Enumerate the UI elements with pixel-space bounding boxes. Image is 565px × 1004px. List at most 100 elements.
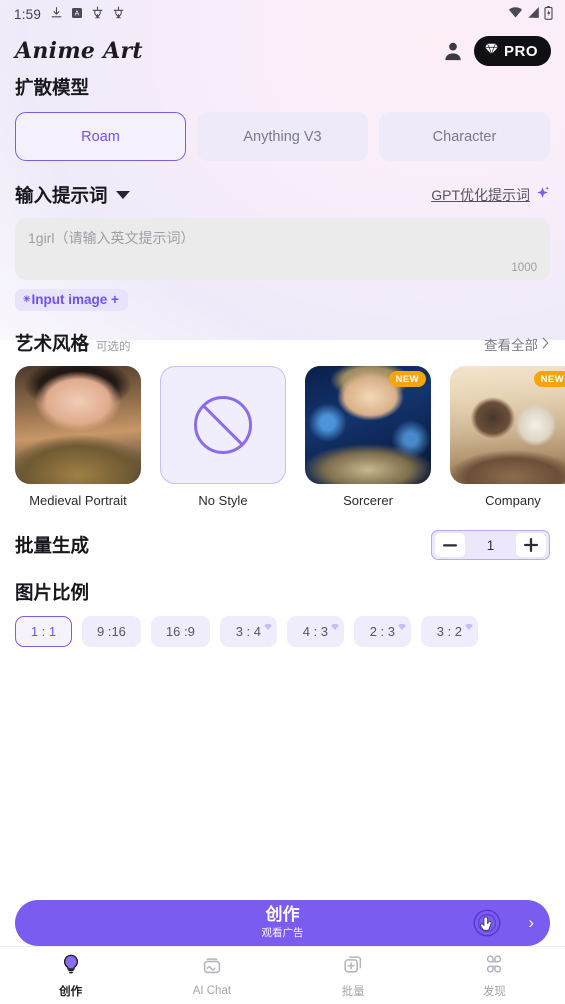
svg-text:A: A (75, 10, 80, 17)
chevron-down-icon[interactable] (115, 191, 130, 199)
pro-button[interactable]: PRO (473, 36, 551, 66)
style-card-label: Company (485, 493, 541, 508)
style-card-thumbnail (15, 366, 141, 484)
app-title: Anime Art (15, 38, 143, 64)
prompt-section-title: 输入提示词 (15, 185, 108, 206)
create-button-chevron: › (528, 913, 534, 932)
bottom-navigation: 创作 AI Chat 批量 发现 (0, 946, 565, 1004)
batch-section-title: 批量生成 (15, 535, 90, 556)
pro-diamond-icon (331, 619, 339, 630)
status-bar-time: 1:59 (14, 6, 42, 22)
pro-button-label: PRO (503, 42, 538, 60)
sparkle-icon (535, 185, 550, 205)
ratio-option-3-4[interactable]: 3 : 4 (219, 616, 277, 647)
new-badge: NEW (388, 371, 426, 387)
ratio-option-label: 3 : 4 (235, 624, 261, 639)
ratio-option-label: 16 :9 (165, 624, 195, 639)
ratio-option-label: 3 : 2 (436, 624, 462, 639)
style-card-no-style[interactable]: No Style (160, 366, 286, 508)
batch-decrement-button[interactable] (434, 533, 465, 557)
ratio-option-list: 1 : 1 9 :16 16 :9 3 : 4 4 : 3 2: 3 3: … (15, 616, 550, 647)
no-style-icon (194, 396, 252, 454)
status-bar: 1:59 A (0, 0, 565, 28)
input-image-label: Input image + (31, 292, 119, 307)
create-button-sublabel: 观看广告 (261, 927, 304, 940)
batch-quantity-value: 1 (486, 537, 495, 553)
ratio-option-9-16[interactable]: 9 :16 (82, 616, 141, 647)
model-option-label: Anything V3 (243, 128, 322, 145)
batch-section: 批量生成 1 (15, 530, 550, 560)
ratio-option-label: 2 : 3 (369, 624, 395, 639)
pro-diamond-icon (264, 619, 272, 630)
style-card-thumbnail (160, 366, 286, 484)
batch-quantity-stepper: 1 (431, 530, 550, 560)
ratio-section-title: 图片比例 (15, 582, 90, 603)
user-avatar-icon[interactable] (438, 36, 468, 66)
create-button[interactable]: 创作 观看广告 › (15, 900, 550, 946)
ratio-option-4-3[interactable]: 4 : 3 (286, 616, 344, 647)
download-icon (50, 6, 63, 22)
style-card-label: No Style (198, 493, 248, 508)
style-card-label: Sorcerer (343, 493, 393, 508)
chat-image-icon (201, 955, 223, 982)
gpt-optimize-link[interactable]: GPT优化提示词 (431, 185, 550, 205)
batch-increment-button[interactable] (516, 533, 547, 557)
diamond-icon (484, 42, 499, 61)
style-card-list: Medieval Portrait No Style NEW Sorcerer … (15, 366, 565, 508)
prompt-input[interactable]: 1girl（请输入英文提示词） 1000 (15, 218, 550, 280)
app-glyph-icon-2 (112, 6, 125, 22)
model-section-title: 扩散模型 (15, 77, 90, 98)
a-box-icon: A (71, 7, 83, 22)
grid-clover-icon (483, 953, 505, 980)
ratio-option-3-2[interactable]: 3 : 2 (420, 616, 478, 647)
ratio-option-2-3[interactable]: 2 : 3 (353, 616, 411, 647)
prompt-input-placeholder: 1girl（请输入英文提示词） (28, 230, 195, 246)
create-cta-wrapper: 创作 观看广告 › (15, 900, 550, 946)
create-button-label: 创作 (265, 904, 300, 924)
ratio-option-1-1[interactable]: 1 : 1 (15, 616, 72, 647)
nav-item-label: 发现 (482, 985, 506, 998)
wifi-icon (508, 6, 523, 22)
style-card-company[interactable]: NEW Company (450, 366, 565, 508)
style-section-title: 艺术风格 (15, 333, 90, 354)
style-view-all-button[interactable]: 查看全部 (484, 334, 550, 354)
nav-item-label: AI Chat (192, 984, 232, 997)
chevron-right-icon (541, 337, 550, 352)
nav-item-create[interactable]: 创作 (0, 953, 141, 999)
status-bar-left-icons: A (50, 6, 125, 22)
nav-item-label: 批量 (341, 985, 365, 998)
model-option-label: Roam (81, 128, 120, 145)
pro-diamond-icon (398, 619, 406, 630)
nav-item-batch[interactable]: 批量 (283, 953, 424, 999)
battery-icon (544, 5, 553, 23)
nav-item-label: 创作 (59, 985, 83, 998)
style-view-all-label: 查看全部 (484, 338, 538, 353)
app-glyph-icon (91, 6, 104, 22)
nav-item-discover[interactable]: 发现 (424, 953, 565, 999)
add-card-icon (342, 953, 364, 980)
input-image-button[interactable]: ✳ Input image + (15, 289, 128, 311)
nav-item-ai-chat[interactable]: AI Chat (141, 955, 282, 997)
required-asterisk-icon: ✳ (23, 294, 31, 304)
ratio-option-label: 4 : 3 (302, 624, 328, 639)
ratio-option-16-9[interactable]: 16 :9 (150, 616, 210, 647)
lightbulb-icon (60, 953, 82, 980)
prompt-section-header: 输入提示词 GPT优化提示词 (15, 182, 550, 208)
model-option-anything-v3[interactable]: Anything V3 (197, 112, 368, 161)
model-option-character[interactable]: Character (379, 112, 550, 161)
style-card-medieval-portrait[interactable]: Medieval Portrait (15, 366, 141, 508)
model-option-roam[interactable]: Roam (15, 112, 186, 161)
tap-cursor-indicator (470, 906, 504, 940)
prompt-char-limit: 1000 (511, 262, 537, 274)
model-option-list: Roam Anything V3 Character (15, 112, 550, 161)
style-card-thumbnail: NEW (450, 366, 565, 484)
style-section-subtitle: 可选的 (96, 341, 131, 353)
signal-icon (527, 6, 540, 22)
new-badge: NEW (533, 371, 565, 387)
app-bar: Anime Art PRO (0, 28, 565, 74)
model-option-label: Character (432, 128, 497, 145)
ratio-option-label: 9 :16 (97, 624, 126, 639)
style-card-thumbnail: NEW (305, 366, 431, 484)
style-card-sorcerer[interactable]: NEW Sorcerer (305, 366, 431, 508)
pro-diamond-icon (465, 619, 473, 630)
